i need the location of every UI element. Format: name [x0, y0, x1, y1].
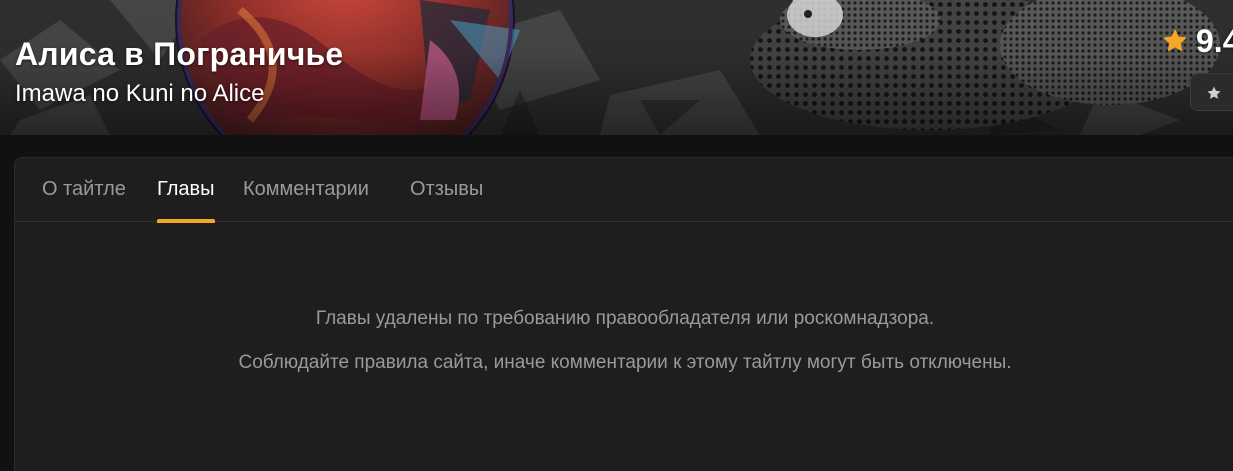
tab-bar: О тайтле Главы Комментарии Отзывы: [15, 158, 1233, 223]
tab-about[interactable]: О тайтле: [42, 158, 126, 222]
notice-line-removed: Главы удалены по требованию правообладат…: [315, 308, 935, 329]
title-page: Алиса в Пограничье Imawa no Kuni no Alic…: [0, 0, 1233, 471]
tab-comments[interactable]: Комментарии: [243, 158, 369, 222]
rating-value: 9.4: [1196, 22, 1233, 59]
star-icon: [1163, 29, 1187, 51]
chapters-removed-notice: Главы удалены по требованию правообладат…: [15, 308, 1233, 374]
tab-reviews[interactable]: Отзывы: [410, 158, 483, 222]
content-card: О тайтле Главы Комментарии Отзывы Главы …: [14, 157, 1233, 471]
title-banner: Алиса в Пограничье Imawa no Kuni no Alic…: [0, 0, 1233, 135]
rate-button[interactable]: [1190, 73, 1233, 111]
tab-chapters[interactable]: Главы: [157, 158, 215, 223]
page-title: Алиса в Пограничье: [15, 36, 344, 72]
star-icon: [1207, 86, 1221, 99]
rating: 9.4: [1162, 22, 1233, 59]
notice-line-rules: Соблюдайте правила сайта, иначе коммента…: [238, 352, 1012, 373]
alt-title: Imawa no Kuni no Alice: [15, 80, 265, 107]
